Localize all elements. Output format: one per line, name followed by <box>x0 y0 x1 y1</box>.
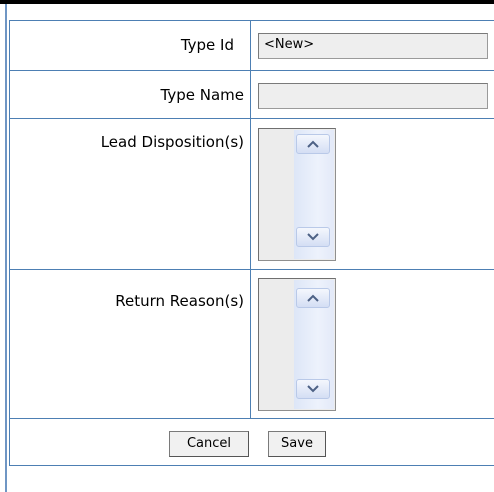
chevron-up-icon <box>307 294 319 302</box>
grid-rule <box>9 418 494 419</box>
return-reasons-listbox[interactable] <box>258 278 336 411</box>
lead-dispositions-scrollbar[interactable] <box>294 130 334 259</box>
type-id-label: Type Id <box>180 36 234 54</box>
grid-rule <box>250 20 251 419</box>
type-name-label: Type Name <box>160 86 244 104</box>
lead-dispositions-listbox[interactable] <box>258 128 336 261</box>
return-reasons-scrollbar[interactable] <box>294 280 334 409</box>
scroll-down-button[interactable] <box>296 227 330 247</box>
chevron-down-icon <box>307 233 319 241</box>
window-top-border <box>0 0 494 4</box>
grid-rule <box>9 20 10 466</box>
grid-rule <box>9 20 494 21</box>
type-id-field: <New> <box>258 33 488 59</box>
chevron-down-icon <box>307 385 319 393</box>
chevron-up-icon <box>307 140 319 148</box>
grid-rule <box>9 70 494 71</box>
lead-dispositions-label: Lead Disposition(s) <box>100 133 244 151</box>
scroll-up-button[interactable] <box>296 288 330 308</box>
grid-rule <box>9 118 494 119</box>
cancel-button[interactable]: Cancel <box>169 431 249 457</box>
type-name-input[interactable] <box>258 83 488 109</box>
grid-rule <box>9 465 494 466</box>
window-left-border <box>5 4 7 492</box>
return-reasons-label: Return Reason(s) <box>115 292 244 310</box>
scroll-up-button[interactable] <box>296 134 330 154</box>
save-button[interactable]: Save <box>268 431 326 457</box>
scroll-down-button[interactable] <box>296 379 330 399</box>
grid-rule <box>9 269 494 270</box>
